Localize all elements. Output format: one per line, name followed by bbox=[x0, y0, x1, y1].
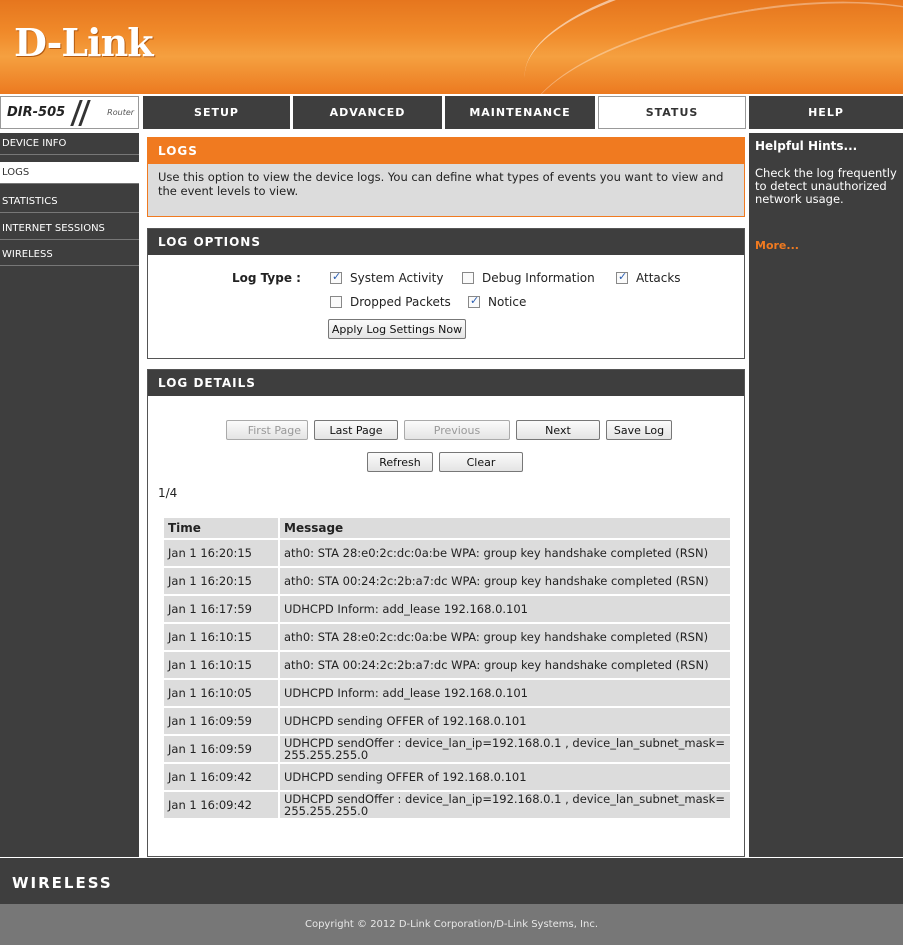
column-header-time: Time bbox=[164, 518, 278, 538]
sidebar-item-wireless[interactable]: WIRELESS bbox=[0, 244, 139, 266]
sidebar-item-internet-sessions[interactable]: INTERNET SESSIONS bbox=[0, 218, 139, 240]
model-slash-icon bbox=[69, 99, 93, 126]
header-banner: D-Link bbox=[0, 0, 903, 94]
log-type-label: Log Type : bbox=[232, 271, 301, 285]
log-message-cell: ath0: STA 00:24:2c:2b:a7:dc WPA: group k… bbox=[280, 652, 730, 678]
log-time-cell: Jan 1 16:10:15 bbox=[164, 624, 278, 650]
checkbox-dropped-packets-label: Dropped Packets bbox=[350, 295, 451, 309]
logs-description: Use this option to view the device logs.… bbox=[158, 170, 724, 198]
log-message-cell: ath0: STA 00:24:2c:2b:a7:dc WPA: group k… bbox=[280, 568, 730, 594]
log-time-cell: Jan 1 16:09:42 bbox=[164, 792, 278, 818]
clear-button[interactable]: Clear bbox=[439, 452, 523, 472]
checkbox-system-activity[interactable]: System Activity bbox=[330, 270, 444, 285]
next-button[interactable]: Next bbox=[516, 420, 600, 440]
log-time-cell: Jan 1 16:10:05 bbox=[164, 680, 278, 706]
sidebar-item-logs[interactable]: LOGS bbox=[0, 162, 139, 184]
checkbox-attacks[interactable]: Attacks bbox=[616, 270, 681, 285]
sidebar: DEVICE INFO LOGS STATISTICS INTERNET SES… bbox=[0, 133, 139, 857]
dlink-logo: D-Link bbox=[14, 20, 154, 65]
log-message-cell: UDHCPD sendOffer : device_lan_ip=192.168… bbox=[280, 736, 730, 762]
checkbox-debug-information-box[interactable] bbox=[462, 272, 474, 284]
logs-title: LOGS bbox=[148, 138, 744, 164]
log-time-cell: Jan 1 16:20:15 bbox=[164, 540, 278, 566]
log-message-cell: ath0: STA 28:e0:2c:dc:0a:be WPA: group k… bbox=[280, 540, 730, 566]
checkbox-system-activity-box[interactable] bbox=[330, 270, 342, 284]
sidebar-item-device-info[interactable]: DEVICE INFO bbox=[0, 133, 139, 155]
checkbox-debug-information-label: Debug Information bbox=[482, 271, 595, 285]
help-text: Check the log frequently to detect unaut… bbox=[755, 166, 897, 206]
log-message-cell: ath0: STA 28:e0:2c:dc:0a:be WPA: group k… bbox=[280, 624, 730, 650]
help-title: Helpful Hints... bbox=[755, 139, 858, 153]
table-row: Jan 1 16:10:15 ath0: STA 00:24:2c:2b:a7:d… bbox=[164, 652, 730, 678]
log-time-cell: Jan 1 16:10:15 bbox=[164, 652, 278, 678]
refresh-button[interactable]: Refresh bbox=[367, 452, 433, 472]
log-time-cell: Jan 1 16:09:59 bbox=[164, 736, 278, 762]
main-content: LOGS Use this option to view the device … bbox=[143, 133, 749, 857]
tab-setup[interactable]: SETUP bbox=[143, 96, 292, 129]
log-message-cell: UDHCPD sending OFFER of 192.168.0.101 bbox=[280, 708, 730, 734]
footer-wireless-bar: WIRELESS bbox=[0, 858, 903, 904]
table-row: Jan 1 16:10:15 ath0: STA 28:e0:2c:dc:0a:b… bbox=[164, 624, 730, 650]
help-panel: Helpful Hints... Check the log frequentl… bbox=[749, 133, 903, 857]
wireless-logo: WIRELESS bbox=[12, 874, 113, 892]
table-row: Jan 1 16:20:15 ath0: STA 00:24:2c:2b:a7:d… bbox=[164, 568, 730, 594]
checkbox-attacks-box[interactable] bbox=[616, 270, 628, 284]
log-table: Time Message Jan 1 16:20:15 ath0: STA 28:… bbox=[162, 516, 732, 820]
footer-copyright: Copyright © 2012 D-Link Corporation/D-Li… bbox=[0, 904, 903, 945]
log-message-cell: UDHCPD sending OFFER of 192.168.0.101 bbox=[280, 764, 730, 790]
log-details-title: LOG DETAILS bbox=[148, 370, 744, 396]
tab-help[interactable]: HELP bbox=[749, 96, 903, 129]
apply-log-settings-button[interactable]: Apply Log Settings Now bbox=[328, 319, 466, 339]
tab-status[interactable]: STATUS bbox=[598, 96, 746, 129]
table-row: Jan 1 16:09:59 UDHCPD sending OFFER of 19… bbox=[164, 708, 730, 734]
table-row: Jan 1 16:20:15 ath0: STA 28:e0:2c:dc:0a:b… bbox=[164, 540, 730, 566]
log-message-cell: UDHCPD Inform: add_lease 192.168.0.101 bbox=[280, 596, 730, 622]
table-row: Jan 1 16:09:42 UDHCPD sending OFFER of 19… bbox=[164, 764, 730, 790]
help-more-link[interactable]: More... bbox=[755, 239, 799, 252]
log-details-panel: LOG DETAILS First Page Last Page Previou… bbox=[147, 369, 745, 857]
table-row: Jan 1 16:09:59 UDHCPD sendOffer : device_… bbox=[164, 736, 730, 762]
log-time-cell: Jan 1 16:09:42 bbox=[164, 764, 278, 790]
model-badge: DIR-505 Router bbox=[0, 96, 139, 129]
checkbox-debug-information[interactable]: Debug Information bbox=[462, 271, 595, 285]
checkbox-dropped-packets-box[interactable] bbox=[330, 296, 342, 308]
first-page-button[interactable]: First Page bbox=[226, 420, 308, 440]
previous-button[interactable]: Previous bbox=[404, 420, 510, 440]
log-options-title: LOG OPTIONS bbox=[148, 229, 744, 255]
table-row: Jan 1 16:09:42 UDHCPD sendOffer : device_… bbox=[164, 792, 730, 818]
log-table-body: Jan 1 16:20:15 ath0: STA 28:e0:2c:dc:0a:b… bbox=[164, 540, 730, 818]
log-message-cell: UDHCPD sendOffer : device_lan_ip=192.168… bbox=[280, 792, 730, 818]
log-time-cell: Jan 1 16:20:15 bbox=[164, 568, 278, 594]
checkbox-dropped-packets[interactable]: Dropped Packets bbox=[330, 295, 451, 309]
checkbox-attacks-label: Attacks bbox=[636, 271, 681, 285]
sidebar-item-statistics[interactable]: STATISTICS bbox=[0, 191, 139, 213]
checkbox-notice-label: Notice bbox=[488, 295, 527, 309]
log-time-cell: Jan 1 16:09:59 bbox=[164, 708, 278, 734]
save-log-button[interactable]: Save Log bbox=[606, 420, 672, 440]
page-indicator: 1/4 bbox=[158, 486, 178, 500]
table-header-row: Time Message bbox=[164, 518, 730, 538]
model-type: Router bbox=[107, 108, 135, 117]
checkbox-notice[interactable]: Notice bbox=[468, 294, 527, 309]
log-time-cell: Jan 1 16:17:59 bbox=[164, 596, 278, 622]
table-row: Jan 1 16:17:59 UDHCPD Inform: add_lease 1… bbox=[164, 596, 730, 622]
log-message-cell: UDHCPD Inform: add_lease 192.168.0.101 bbox=[280, 680, 730, 706]
logs-intro-panel: LOGS Use this option to view the device … bbox=[147, 137, 745, 217]
checkbox-notice-box[interactable] bbox=[468, 294, 480, 308]
last-page-button[interactable]: Last Page bbox=[314, 420, 398, 440]
log-options-panel: LOG OPTIONS Log Type : System Activity D… bbox=[147, 228, 745, 359]
tab-maintenance[interactable]: MAINTENANCE bbox=[445, 96, 597, 129]
table-row: Jan 1 16:10:05 UDHCPD Inform: add_lease 1… bbox=[164, 680, 730, 706]
column-header-message: Message bbox=[280, 518, 730, 538]
model-name: DIR-505 bbox=[7, 105, 66, 120]
checkbox-system-activity-label: System Activity bbox=[350, 271, 444, 285]
tab-advanced[interactable]: ADVANCED bbox=[293, 96, 444, 129]
